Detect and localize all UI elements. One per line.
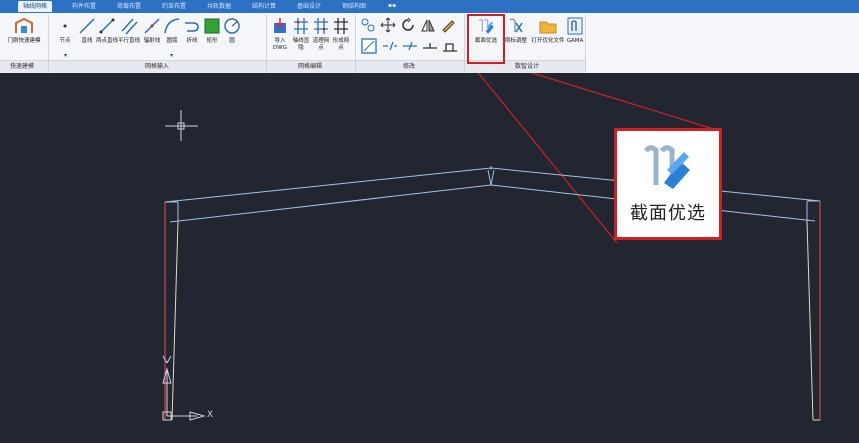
tab-steel-drawing[interactable]: 钢结构图 bbox=[342, 1, 366, 12]
ribbon-tab-bar: 轴线网格 构件布置 荷载布置 约束布置 共轨数据 结构计算 基础设计 钢结构图 … bbox=[0, 0, 859, 13]
group-label-modify: 修改 bbox=[403, 63, 416, 70]
section-optimize-large-icon bbox=[643, 145, 690, 189]
gama-button[interactable]: GAMA bbox=[566, 16, 584, 58]
open-optimization-file-button[interactable]: 打开优化文件 bbox=[531, 16, 565, 58]
group-label-quick-build: 快速建模 bbox=[10, 63, 35, 70]
tab-grid[interactable]: 轴线网格 bbox=[18, 1, 53, 12]
group-separator bbox=[48, 15, 49, 72]
steel-adjust-icon bbox=[504, 16, 528, 36]
arc-icon bbox=[163, 16, 181, 36]
move-icon[interactable] bbox=[380, 17, 396, 33]
section-optimize-callout: 截面优选 bbox=[614, 128, 722, 240]
axis-toggle-label: 轴线显隐 bbox=[292, 38, 310, 51]
two-point-line-icon bbox=[98, 16, 116, 36]
group-separator bbox=[464, 15, 465, 72]
tab-structural-calc[interactable]: 结构计算 bbox=[252, 1, 276, 12]
group-separator bbox=[266, 15, 267, 72]
trim-icon[interactable] bbox=[382, 40, 398, 52]
portal-frame-quick-build-label: 门刚快速建模 bbox=[7, 38, 41, 44]
modify-tools-row-bottom bbox=[360, 37, 458, 55]
parallel-line-button[interactable]: 平行直线 bbox=[118, 16, 140, 58]
extend-icon[interactable] bbox=[402, 40, 418, 52]
mirror-icon[interactable] bbox=[420, 17, 436, 33]
radial-line-icon bbox=[143, 16, 161, 36]
gama-label: GAMA bbox=[566, 38, 584, 44]
rectangle-icon bbox=[203, 16, 221, 36]
group-label-smart-design: 数智设计 bbox=[515, 63, 540, 70]
radial-line-button[interactable]: 辐射线 bbox=[143, 16, 161, 58]
form-grid-points-label: 形成网点 bbox=[332, 38, 350, 51]
callout-connector-right bbox=[530, 73, 721, 132]
line-button[interactable]: 直线 bbox=[78, 16, 96, 58]
import-dwg-button[interactable]: 导入DWG bbox=[270, 16, 290, 58]
frame-drawing bbox=[162, 73, 821, 421]
section-optimize-callout-label: 截面优选 bbox=[630, 203, 706, 224]
polyline-icon bbox=[183, 16, 201, 36]
offset-icon[interactable] bbox=[360, 17, 376, 33]
node-dropdown-icon[interactable]: ▾ bbox=[64, 53, 67, 59]
group-label-grid-edit: 网格编辑 bbox=[298, 63, 323, 70]
circle-label: 圆 bbox=[229, 38, 235, 44]
grid-points-icon bbox=[312, 16, 330, 36]
rectangle-button[interactable]: 矩形 bbox=[203, 16, 221, 58]
tab-constraint-layout[interactable]: 约束布置 bbox=[162, 1, 186, 12]
portal-frame-icon bbox=[6, 16, 42, 36]
import-dwg-icon bbox=[270, 16, 290, 36]
x-axis-label: X bbox=[207, 410, 214, 420]
circle-button[interactable]: 圆 bbox=[223, 16, 241, 58]
tab-load-layout[interactable]: 荷载布置 bbox=[117, 1, 141, 12]
callout-connector-left bbox=[477, 73, 618, 244]
form-grid-icon bbox=[332, 16, 350, 36]
section-optimize-highlight bbox=[467, 14, 505, 64]
axis-toggle-button[interactable]: 轴线显隐 bbox=[292, 16, 310, 58]
circle-icon bbox=[223, 16, 241, 36]
right-column bbox=[806, 200, 821, 421]
drawing-canvas[interactable]: X bbox=[0, 73, 859, 443]
gama-icon bbox=[566, 16, 584, 36]
ribbon-panel: 快速建模 网格输入 网格编辑 修改 数智设计 门刚快速建模 节点 ▾ 直线 两点… bbox=[0, 13, 859, 74]
tab-shared-data[interactable]: 共轨数据 bbox=[207, 1, 231, 12]
pen-icon[interactable] bbox=[440, 17, 456, 33]
stretch-icon[interactable] bbox=[442, 40, 458, 52]
steel-adjust-button[interactable]: 刚标调整 bbox=[504, 16, 528, 58]
rotate-icon[interactable] bbox=[400, 17, 416, 33]
polyline-button[interactable]: 折线 bbox=[183, 16, 201, 58]
break-icon[interactable] bbox=[422, 40, 438, 52]
line-icon bbox=[78, 16, 96, 36]
tab-overflow-icon[interactable]: ▪▪ bbox=[388, 3, 400, 9]
two-point-line-button[interactable]: 两点直线 bbox=[96, 16, 118, 58]
tab-foundation-design[interactable]: 基础设计 bbox=[297, 1, 321, 12]
window-select-icon[interactable] bbox=[360, 37, 378, 55]
app-window: 轴线网格 构件布置 荷载布置 约束布置 共轨数据 结构计算 基础设计 钢结构图 … bbox=[0, 0, 859, 443]
import-dwg-label: 导入DWG bbox=[273, 38, 287, 51]
axis-grid-icon bbox=[292, 16, 310, 36]
form-grid-points-button[interactable]: 形成网点 bbox=[332, 16, 350, 58]
modify-tools-row-top bbox=[360, 17, 456, 33]
node-dot-icon bbox=[56, 16, 74, 36]
folder-icon bbox=[534, 16, 562, 36]
group-label-grid-input: 网格输入 bbox=[145, 63, 170, 70]
parallel-line-icon bbox=[119, 16, 139, 36]
clear-grid-points-label: 道理网点 bbox=[312, 38, 330, 51]
tab-member-layout[interactable]: 构件布置 bbox=[72, 1, 96, 12]
ucs-axis-icon bbox=[162, 355, 206, 421]
clear-grid-points-button[interactable]: 道理网点 bbox=[312, 16, 330, 58]
crosshair-cursor-icon bbox=[165, 110, 198, 141]
group-separator bbox=[355, 15, 356, 72]
open-optimization-file-label: 打开优化文件 bbox=[531, 38, 565, 44]
arc-dropdown-icon[interactable]: ▾ bbox=[170, 53, 173, 59]
portal-frame-quick-build-button[interactable]: 门刚快速建模 bbox=[6, 16, 42, 58]
